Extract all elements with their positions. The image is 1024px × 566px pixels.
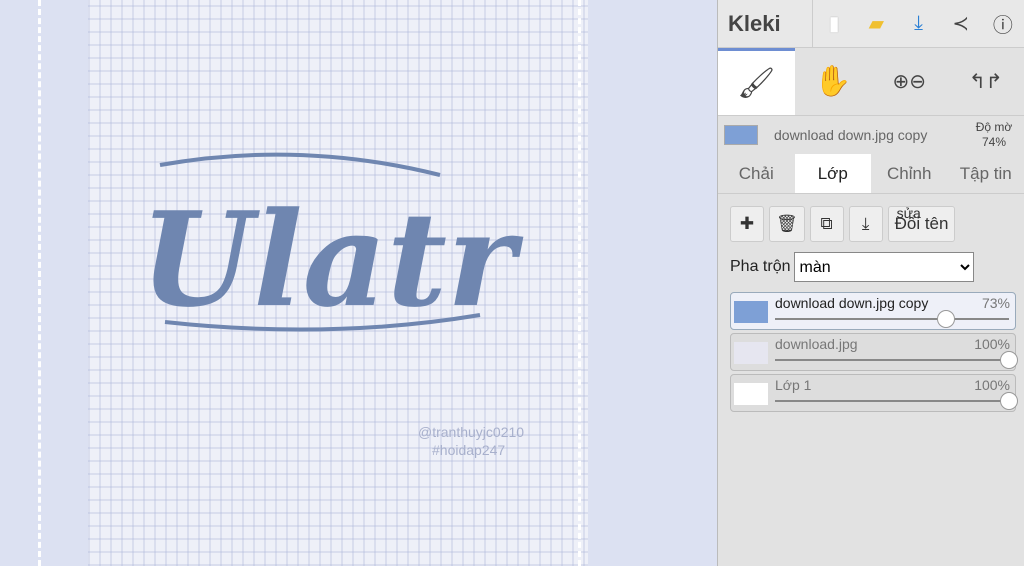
brush-tool[interactable]: 🖌	[718, 48, 795, 115]
undo-redo-buttons[interactable]: ↰↱	[948, 48, 1024, 115]
layer-item[interactable]: Lớp 1 100%	[730, 374, 1018, 412]
current-layer-name: download down.jpg copy	[774, 127, 928, 143]
duplicate-layer-button[interactable]: ⧉	[809, 206, 844, 242]
layer-opacity: 100%	[974, 377, 1010, 393]
zoom-in-out-buttons[interactable]: ⊕⊖	[871, 48, 948, 115]
layer-opacity: 100%	[974, 336, 1010, 352]
tab-layers[interactable]: Lớp	[794, 154, 871, 193]
layer-item[interactable]: download.jpg 100%	[730, 333, 1018, 371]
share-icon[interactable]: ≺	[940, 11, 982, 36]
layer-opacity: 73%	[981, 295, 1010, 311]
slider-knob[interactable]	[1000, 351, 1018, 369]
blend-mode-select[interactable]: màn	[794, 252, 975, 282]
watermark-line1: @tranthuyjc0210	[418, 424, 524, 440]
layer-opacity-slider[interactable]	[775, 351, 1018, 369]
layer-item[interactable]: download down.jpg copy 73%	[730, 292, 1016, 330]
drawing-canvas[interactable]: Ulatr @tranthuyjc0210 #hoidap247	[0, 0, 717, 566]
layer-thumbnail	[734, 342, 768, 364]
layer-thumbnail	[734, 383, 768, 405]
hand-tool[interactable]: ✋	[795, 48, 872, 115]
layer-name: download down.jpg copy	[775, 295, 929, 311]
help-icon[interactable]: ⓘ	[982, 9, 1024, 38]
layer-name: download.jpg	[775, 336, 858, 352]
layer-opacity-slider[interactable]	[775, 310, 1009, 328]
blend-mode-label: Pha trộn	[730, 258, 791, 275]
tab-brush[interactable]: Chải	[718, 154, 795, 193]
opacity-label: Độ mờ	[975, 120, 1013, 134]
slider-knob[interactable]	[1000, 392, 1018, 410]
logo-text: Kleki	[728, 10, 781, 36]
lettering-art: Ulatr @tranthuyjc0210 #hoidap247	[140, 152, 524, 458]
opacity-value: 74%	[981, 135, 1007, 149]
merge-down-button[interactable]: ⤓	[848, 206, 883, 242]
rename-layer-button[interactable]: Đổi tên sửa	[887, 205, 956, 242]
current-layer-thumbnail	[724, 125, 758, 145]
watermark-line2: #hoidap247	[432, 442, 505, 458]
tab-file[interactable]: Tập tin	[948, 154, 1024, 193]
layer-name: Lớp 1	[775, 377, 812, 393]
tab-adjust[interactable]: Chỉnh	[871, 154, 948, 193]
rename-overlay: sửa	[896, 205, 921, 221]
new-file-icon[interactable]: ▮	[813, 11, 855, 36]
kleki-logo[interactable]: Kleki	[718, 0, 813, 47]
artwork-title: Ulatr	[140, 183, 524, 336]
layer-thumbnail	[734, 301, 768, 323]
download-icon[interactable]: ⤓	[897, 12, 939, 35]
slider-knob[interactable]	[936, 310, 955, 328]
layer-opacity-slider[interactable]	[775, 392, 1018, 410]
side-panel: Kleki ▮ ▰ ⤓ ≺ ⓘ 🖌 ✋ ⊕⊖ ↰↱ download down.…	[717, 0, 1024, 566]
add-layer-button[interactable]: ✚	[730, 206, 764, 242]
delete-layer-button[interactable]: 🗑	[769, 206, 805, 242]
open-folder-icon[interactable]: ▰	[855, 11, 897, 36]
